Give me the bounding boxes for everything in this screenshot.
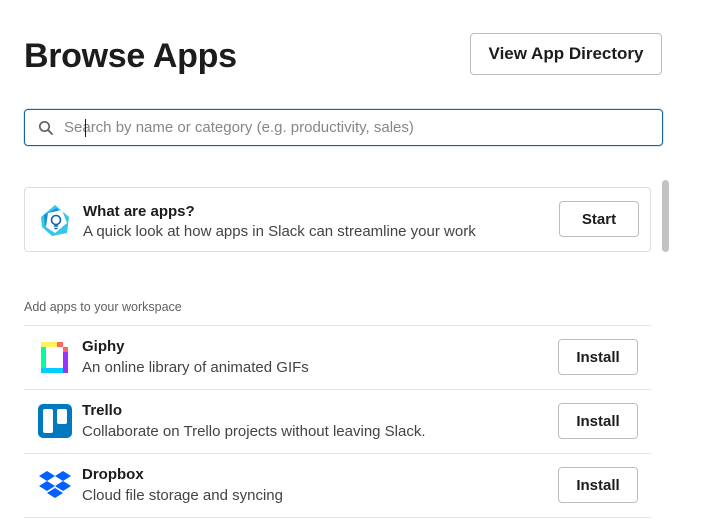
app-name: Trello: [82, 402, 123, 419]
dropbox-icon: [37, 467, 73, 503]
install-trello-button[interactable]: Install: [558, 403, 638, 439]
app-name: Giphy: [82, 338, 125, 355]
search-icon: [38, 120, 54, 136]
scrollbar-thumb[interactable]: [662, 180, 669, 252]
divider: [24, 517, 651, 518]
intro-title: What are apps?: [83, 203, 195, 220]
text-cursor: [85, 119, 86, 137]
intro-description: A quick look at how apps in Slack can st…: [83, 223, 476, 240]
section-label: Add apps to your workspace: [24, 300, 182, 314]
start-button[interactable]: Start: [559, 201, 639, 237]
install-giphy-button[interactable]: Install: [558, 339, 638, 375]
app-name: Dropbox: [82, 466, 144, 483]
install-dropbox-button[interactable]: Install: [558, 467, 638, 503]
app-description: Collaborate on Trello projects without l…: [82, 423, 426, 440]
view-app-directory-button[interactable]: View App Directory: [470, 33, 662, 75]
giphy-icon: [37, 339, 73, 375]
trello-icon: [37, 403, 73, 439]
app-row-dropbox: Dropbox Cloud file storage and syncing I…: [24, 453, 651, 517]
app-row-trello: Trello Collaborate on Trello projects wi…: [24, 389, 651, 453]
app-description: Cloud file storage and syncing: [82, 487, 283, 504]
lightbulb-icon: [38, 203, 72, 237]
app-row-giphy: Giphy An online library of animated GIFs…: [24, 325, 651, 389]
search-box[interactable]: [24, 109, 663, 146]
app-description: An online library of animated GIFs: [82, 359, 309, 376]
page-title: Browse Apps: [24, 37, 237, 75]
what-are-apps-card: What are apps? A quick look at how apps …: [24, 187, 651, 252]
search-input[interactable]: [62, 112, 662, 143]
